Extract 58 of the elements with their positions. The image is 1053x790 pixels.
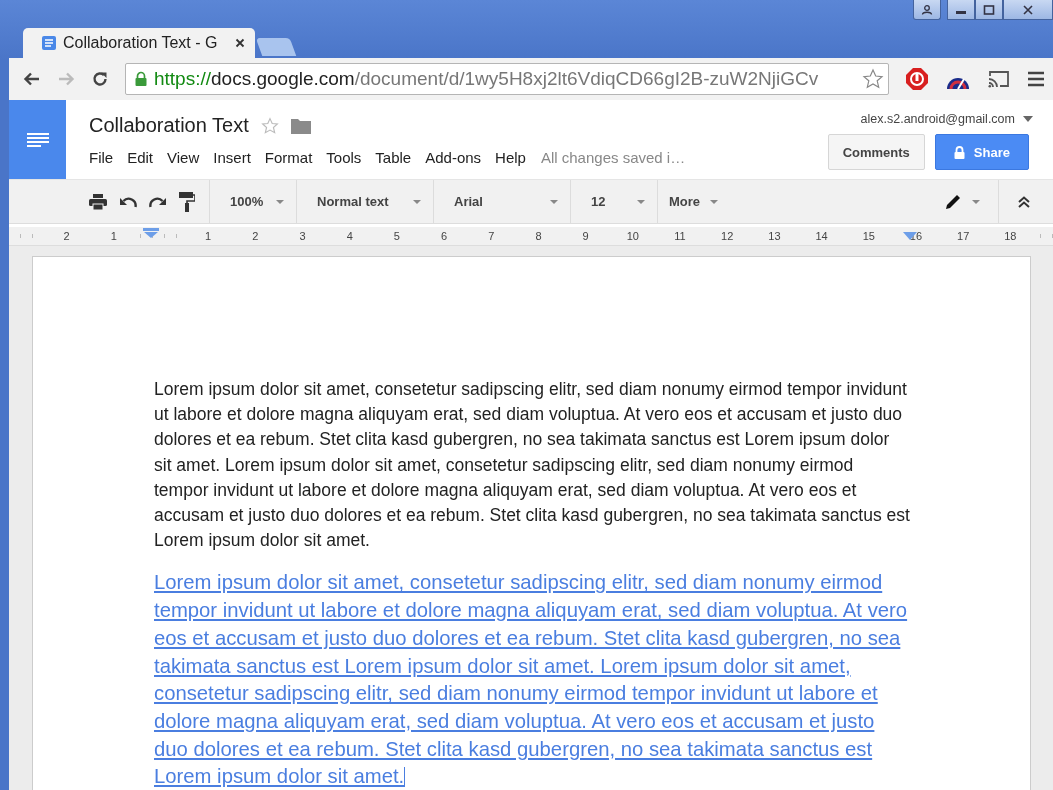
back-icon[interactable] (23, 71, 41, 87)
star-icon[interactable] (862, 68, 884, 90)
docs-logo[interactable] (9, 100, 66, 179)
lock-icon (134, 71, 148, 87)
caret-icon[interactable] (1023, 116, 1033, 122)
maximize-icon (983, 4, 995, 15)
font-dropdown[interactable]: Arial (434, 186, 570, 217)
menu-item[interactable]: Tools (319, 147, 369, 168)
person-icon (921, 4, 933, 15)
menu-item[interactable]: Add-ons (418, 147, 489, 168)
menu-item[interactable]: Format (257, 147, 320, 168)
menu-item[interactable]: View (160, 147, 207, 168)
caret-icon (550, 199, 558, 204)
reload-icon[interactable] (91, 70, 109, 88)
style-dropdown[interactable]: Normal text (297, 186, 433, 217)
menu-item[interactable]: Table (368, 147, 419, 168)
paint-roller-icon[interactable] (179, 191, 195, 212)
indent-marker-icon[interactable] (143, 228, 159, 238)
close-icon[interactable] (235, 38, 245, 48)
address-field[interactable]: https://docs.google.com/document/d/1wy5H8xj2lt6VdiqCD66gI2B-zuW2NjiGCv (125, 63, 889, 95)
close-icon (1022, 4, 1034, 15)
cast-icon[interactable] (987, 69, 1011, 89)
more-dropdown[interactable]: More (658, 186, 731, 217)
star-icon[interactable] (260, 116, 279, 135)
menu-item[interactable]: Insert (206, 147, 258, 168)
caret-icon (413, 199, 421, 204)
lock-icon (953, 145, 965, 159)
print-icon[interactable] (89, 193, 107, 210)
comments-button[interactable]: Comments (827, 134, 925, 170)
tab-title: Collaboration Text - G (63, 34, 219, 52)
undo-icon[interactable] (119, 195, 137, 208)
menu-item[interactable]: File (89, 147, 121, 168)
menu-item[interactable]: Edit (120, 147, 161, 168)
redo-icon[interactable] (149, 195, 167, 208)
minimize-button[interactable] (947, 0, 975, 20)
font-size-dropdown[interactable]: 12 (571, 186, 657, 217)
profile-button[interactable] (913, 0, 941, 20)
collapse-icon[interactable] (1017, 195, 1031, 208)
maximize-button[interactable] (975, 0, 1003, 20)
menu-item[interactable]: Help (488, 147, 533, 168)
caret-icon[interactable] (972, 199, 980, 204)
document-title[interactable]: Collaboration Text (89, 114, 249, 137)
caret-icon (710, 199, 719, 204)
pencil-icon[interactable] (944, 192, 962, 211)
close-button[interactable] (1003, 0, 1053, 20)
minimize-icon (956, 11, 966, 14)
paragraph[interactable]: Lorem ipsum dolor sit amet, consetetur sadipscing elitr, sed diam nonumy eirmod tempor invidunt ut labore et dolore magna aliquyam erat, sed diam voluptua. At vero eos et accusam et justo duo dolores et ea rebum. Stet clita kasd gubergren, no sea takimata sanctus est Lorem ipsum dolor sit amet. Lorem ipsum dolor sit amet, consetetur sadipscing elitr, sed diam nonumy eirmod tempor invidunt ut labore et dolore magna aliquyam erat, sed diam voluptua. At vero eos et accusam et justo duo dolores et ea rebum. Stet clita kasd gubergren, no sea takimata sanctus est Lorem ipsum dolor sit amet. (154, 377, 910, 554)
menu-icon[interactable] (1027, 70, 1045, 88)
save-status[interactable]: All changes saved i… (540, 149, 686, 166)
browser-tab[interactable]: Collaboration Text - G (23, 28, 255, 58)
zoom-dropdown[interactable]: 100% (210, 186, 296, 217)
stop-sign-icon[interactable] (905, 67, 929, 91)
account-email[interactable]: alex.s2.android@gmail.com (860, 112, 1015, 126)
document-icon (41, 35, 57, 51)
caret-icon (276, 199, 284, 204)
caret-icon (637, 199, 645, 204)
paragraph[interactable]: Lorem ipsum dolor sit amet, consetetur sadipscing elitr, sed diam nonumy eirmod tempor invidunt ut labore et dolore magna aliquyam erat, sed diam voluptua. At vero eos et accusam et justo duo dolores et ea rebum. Stet clita kasd gubergren, no sea takimata sanctus est Lorem ipsum dolor sit amet. Lorem ipsum dolor sit amet, consetetur sadipscing elitr, sed diam nonumy eirmod tempor invidunt ut labore et dolore magna aliquyam erat, sed diam voluptua. At vero eos et accusam et justo duo dolores et ea rebum. Stet clita kasd gubergren, no sea takimata sanctus est Lorem ipsum dolor sit amet. (154, 569, 910, 790)
folder-icon[interactable] (290, 117, 311, 134)
